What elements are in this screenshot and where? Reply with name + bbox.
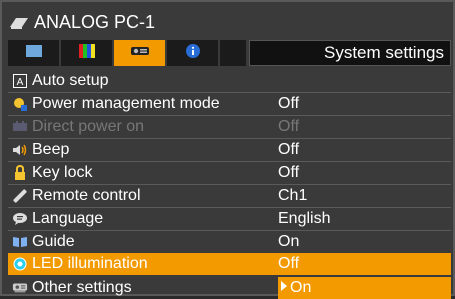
input-source-bar: ANALOG PC-1: [8, 8, 238, 36]
menu-item-value: Off: [278, 118, 300, 135]
menu-item-label: Auto setup: [32, 72, 109, 89]
menu-item-key-lock[interactable]: Key lock Off: [8, 162, 451, 184]
menu-item-power-management[interactable]: Power management mode Off: [8, 93, 451, 115]
tab-information[interactable]: [167, 40, 220, 66]
guide-book-icon: [12, 234, 28, 250]
menu-item-auto-setup[interactable]: A Auto setup: [8, 70, 451, 92]
menu-item-label: Beep: [32, 141, 70, 158]
menu-item-label: Other settings: [32, 279, 132, 296]
menu-item-label: Key lock: [32, 164, 93, 181]
input-source-label: ANALOG PC-1: [34, 11, 156, 32]
menu-item-language[interactable]: Language English: [8, 208, 451, 230]
svg-text:A: A: [17, 77, 24, 88]
settings-list: A Auto setup Power management mode Off D…: [8, 70, 451, 299]
menu-item-value: Ch1: [278, 187, 308, 204]
menu-item-label: Power management mode: [32, 95, 220, 112]
info-icon: [185, 43, 200, 63]
lock-icon: [12, 165, 28, 181]
menu-tabs: [8, 40, 246, 66]
menu-item-label: Remote control: [32, 187, 141, 204]
other-settings-icon: [12, 280, 28, 296]
auto-setup-icon: A: [12, 73, 28, 89]
menu-item-value: Off: [278, 255, 300, 272]
menu-item-remote-control[interactable]: Remote control Ch1: [8, 185, 451, 207]
menu-item-label: Language: [32, 210, 104, 227]
menu-item-label: Guide: [32, 233, 75, 250]
language-icon: [12, 211, 28, 227]
direct-power-icon: [12, 119, 28, 135]
remote-control-icon: [12, 188, 28, 204]
menu-title: System settings: [249, 40, 451, 66]
menu-item-value: Off: [278, 95, 300, 112]
speaker-icon: [12, 142, 28, 158]
submenu-arrow-icon: [280, 279, 288, 297]
projector-icon: [130, 44, 150, 62]
tab-image-adjust[interactable]: [61, 40, 114, 66]
menu-item-led-illumination[interactable]: LED illumination Off: [8, 253, 451, 275]
analog-pc-input-icon: [8, 14, 30, 30]
menu-item-value: On: [290, 279, 312, 296]
power-management-icon: [12, 96, 28, 112]
projector-osd-menu: ANALOG PC-1 System settings A Auto setup…: [0, 0, 455, 299]
menu-item-guide[interactable]: Guide On: [8, 231, 451, 253]
menu-item-label: Direct power on: [32, 118, 145, 135]
color-bars-icon: [78, 43, 95, 63]
screen-icon: [25, 44, 42, 62]
menu-item-label: LED illumination: [32, 255, 148, 272]
tab-system-settings[interactable]: [114, 40, 167, 66]
tab-screen[interactable]: [8, 40, 61, 66]
menu-item-value: Off: [278, 164, 300, 181]
menu-item-direct-power-on: Direct power on Off: [8, 116, 451, 138]
menu-item-value: Off: [278, 141, 300, 158]
led-icon: [12, 256, 28, 272]
menu-item-value: English: [278, 210, 331, 227]
menu-item-beep[interactable]: Beep Off: [8, 139, 451, 161]
menu-item-value: On: [278, 233, 300, 250]
